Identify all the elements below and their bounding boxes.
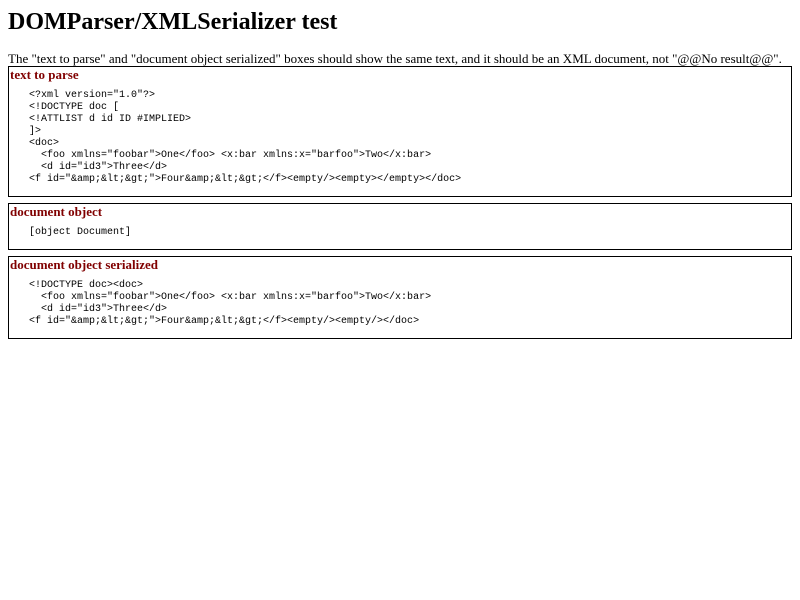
box-title: text to parse <box>10 67 79 82</box>
page-title: DOMParser/XMLSerializer test <box>8 9 338 35</box>
document-object-content: [object Document] <box>29 227 132 238</box>
document-serialized-content: <!DOCTYPE doc><doc> <foo xmlns="foobar">… <box>29 280 432 327</box>
box-title: document object <box>10 204 103 219</box>
text-to-parse-box: text to parse <?xml version="1.0"?> <!DO… <box>8 66 792 197</box>
text-to-parse-content: <?xml version="1.0"?> <!DOCTYPE doc [ <!… <box>29 90 462 185</box>
document-serialized-box: document object serialized <!DOCTYPE doc… <box>8 256 792 339</box>
intro-text: The "text to parse" and "document object… <box>8 51 782 66</box>
document-object-box: document object [object Document] <box>8 203 792 250</box>
box-title: document object serialized <box>10 257 159 272</box>
